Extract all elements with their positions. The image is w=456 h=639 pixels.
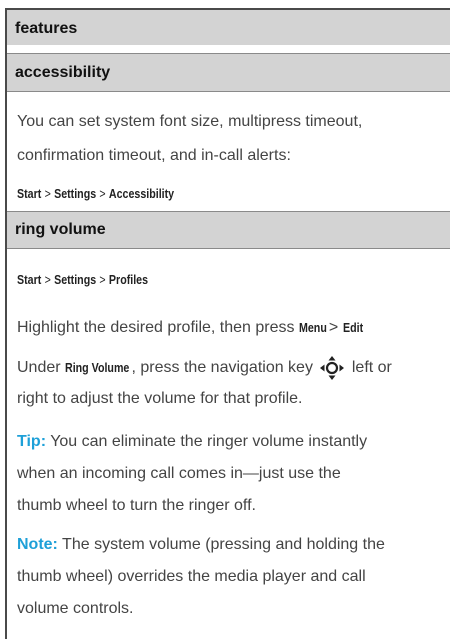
text-line: when an incoming call comes in—just use … <box>17 465 341 482</box>
path-settings: Settings <box>54 186 97 201</box>
path-settings: Settings <box>54 272 97 287</box>
table-title: features <box>15 20 78 37</box>
path-accessibility: Accessibility <box>108 186 175 201</box>
navigation-key-icon <box>319 355 345 381</box>
text: You can eliminate the ringer volume inst… <box>50 433 368 450</box>
tip-paragraph: Tip: You can eliminate the ringer volume… <box>17 428 450 519</box>
text: , press the navigation key <box>131 359 313 376</box>
menu-key-label: Menu <box>298 320 327 335</box>
section-header-ring-volume: ring volume <box>7 211 450 249</box>
text-line: You can set system font size, multipress… <box>17 113 363 130</box>
edit-key-label: Edit <box>342 320 363 335</box>
accessibility-menu-path: Start > Settings > Accessibility <box>17 186 175 201</box>
text-line: thumb wheel) overrides the media player … <box>17 568 366 585</box>
text: Under <box>17 359 61 376</box>
accessibility-description: You can set system font size, multipress… <box>17 108 450 169</box>
section-title: accessibility <box>15 64 111 81</box>
section-title: ring volume <box>15 221 106 238</box>
note-label: Note: <box>17 536 58 553</box>
section-header-accessibility: accessibility <box>7 53 450 92</box>
highlight-instruction: Highlight the desired profile, then pres… <box>17 314 450 341</box>
text: The system volume (pressing and holding … <box>62 536 385 553</box>
ring-volume-label: Ring Volume <box>65 360 130 375</box>
text-line: thumb wheel to turn the ringer off. <box>17 497 256 514</box>
features-table: features accessibility You can set syste… <box>5 8 450 639</box>
text-line: confirmation timeout, and in-call alerts… <box>17 147 291 164</box>
text: left or <box>351 359 392 376</box>
table-header: features <box>7 8 450 45</box>
text-line: volume controls. <box>17 600 134 617</box>
path-start: Start <box>17 272 42 287</box>
ring-volume-instruction: Under Ring Volume, press the navigation … <box>17 354 450 412</box>
ring-volume-menu-path: Start > Settings > Profiles <box>17 272 149 287</box>
note-paragraph: Note: The system volume (pressing and ho… <box>17 531 450 622</box>
text-line: right to adjust the volume for that prof… <box>17 390 303 407</box>
path-start: Start <box>17 186 42 201</box>
path-profiles: Profiles <box>108 272 149 287</box>
text: Highlight the desired profile, then pres… <box>17 319 295 336</box>
tip-label: Tip: <box>17 433 47 450</box>
